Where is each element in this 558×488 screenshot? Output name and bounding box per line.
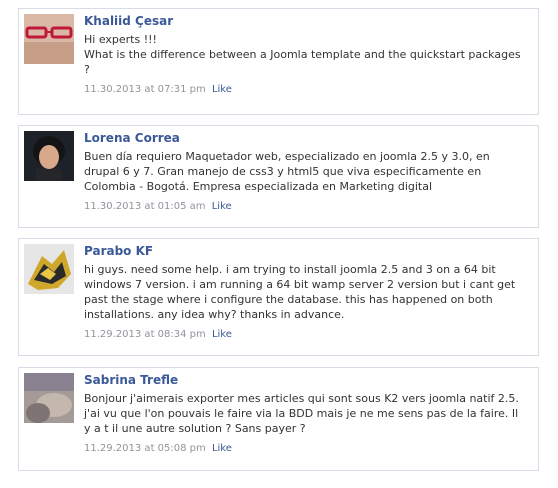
avatar[interactable] bbox=[24, 131, 74, 181]
comment-meta: 11.29.2013 at 05:08 pm Like bbox=[84, 442, 530, 455]
timestamp: 11.30.2013 at 01:05 am bbox=[84, 201, 206, 212]
avatar[interactable] bbox=[24, 373, 74, 423]
timestamp: 11.30.2013 at 07:31 pm bbox=[84, 84, 206, 95]
comment-meta: 11.30.2013 at 07:31 pm Like bbox=[84, 83, 530, 96]
timestamp: 11.29.2013 at 05:08 pm bbox=[84, 443, 206, 454]
avatar[interactable] bbox=[24, 244, 74, 294]
comment-post: Sabrina Trefle Bonjour j'aimerais export… bbox=[18, 367, 539, 471]
comment-post: Lorena Correa Buen día requiero Maquetad… bbox=[18, 125, 539, 228]
comment-text: Hi experts !!! What is the difference be… bbox=[84, 33, 521, 76]
comment-meta: 11.30.2013 at 01:05 am Like bbox=[84, 200, 530, 213]
author-name[interactable]: Lorena Correa bbox=[84, 131, 530, 146]
comment-meta: 11.29.2013 at 08:34 pm Like bbox=[84, 328, 530, 341]
comment-text: Buen día requiero Maquetador web, especi… bbox=[84, 150, 490, 193]
comment-text: Bonjour j'aimerais exporter mes articles… bbox=[84, 392, 519, 435]
like-link[interactable]: Like bbox=[212, 443, 232, 454]
like-link[interactable]: Like bbox=[212, 201, 232, 212]
like-link[interactable]: Like bbox=[212, 84, 232, 95]
author-name[interactable]: Khaliid Çesar bbox=[84, 14, 530, 29]
comment-post: Khaliid Çesar Hi experts !!! What is the… bbox=[18, 8, 539, 115]
author-name[interactable]: Parabo KF bbox=[84, 244, 530, 259]
avatar[interactable] bbox=[24, 14, 74, 64]
author-name[interactable]: Sabrina Trefle bbox=[84, 373, 530, 388]
timestamp: 11.29.2013 at 08:34 pm bbox=[84, 329, 206, 340]
comment-text: hi guys. need some help. i am trying to … bbox=[84, 263, 516, 321]
comment-post: Parabo KF hi guys. need some help. i am … bbox=[18, 238, 539, 356]
like-link[interactable]: Like bbox=[212, 329, 232, 340]
